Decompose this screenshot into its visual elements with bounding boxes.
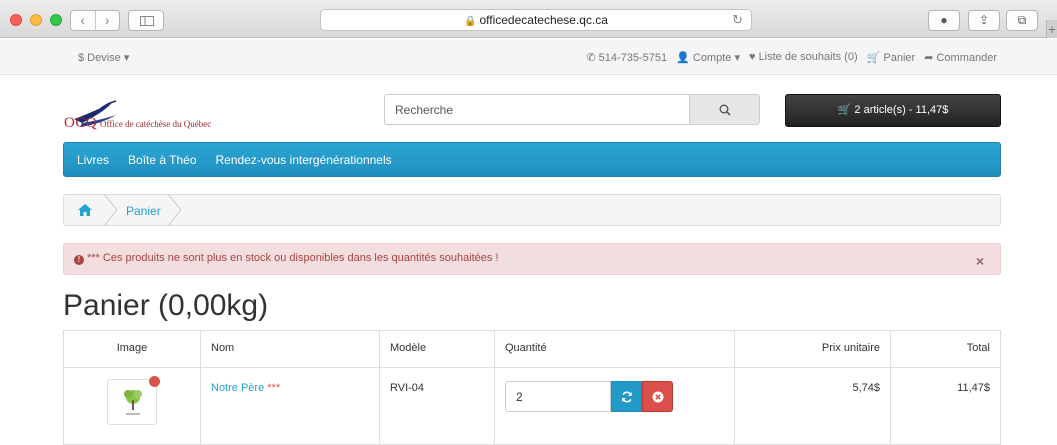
- account-dropdown[interactable]: 👤 Compte ▾: [676, 51, 740, 64]
- window-zoom-button[interactable]: [50, 14, 62, 26]
- cart-table: Image Nom Modèle Quantité Prix unitaire …: [63, 330, 1001, 445]
- cart-link[interactable]: 🛒 Panier: [867, 51, 916, 64]
- update-quantity-button[interactable]: [611, 381, 642, 412]
- menu-item-rendez-vous[interactable]: Rendez-vous intergénérationnels: [216, 153, 392, 167]
- stock-flag: ***: [267, 382, 281, 394]
- row-total: 11,47$: [890, 367, 1001, 445]
- breadcrumb: Panier: [63, 194, 1001, 226]
- stock-alert: ! *** Ces produits ne sont plus en stock …: [63, 243, 1001, 275]
- unit-price: 5,74$: [734, 367, 891, 445]
- menu-item-boite-a-theo[interactable]: Boîte à Théo: [128, 153, 197, 167]
- table-header-row: Image Nom Modèle Quantité Prix unitaire …: [63, 330, 1001, 368]
- main-menu: Livres Boîte à Théo Rendez-vous intergén…: [63, 142, 1001, 177]
- refresh-icon: [622, 391, 632, 403]
- wishlist-link[interactable]: ♥ Liste de souhaits (0): [749, 51, 858, 64]
- product-name-link[interactable]: Notre Père: [211, 382, 264, 394]
- extension-icon: ●: [940, 13, 948, 27]
- times-circle-icon: [652, 391, 664, 403]
- exclamation-circle-icon: !: [74, 255, 84, 265]
- phone-link[interactable]: ✆ 514-735-5751: [586, 51, 667, 64]
- address-bar[interactable]: 🔒 officedecatechese.qc.ca ↻: [320, 9, 752, 31]
- header-image: Image: [63, 330, 201, 368]
- search-icon: [719, 104, 731, 116]
- quantity-input[interactable]: [505, 381, 611, 412]
- breadcrumb-separator-icon: [168, 195, 182, 225]
- tabs-icon: ⧉: [1017, 13, 1027, 27]
- breadcrumb-separator-icon: [104, 195, 118, 225]
- tree-image-icon: [124, 390, 142, 415]
- top-bar: $ Devise ▾ ✆ 514-735-5751 👤 Compte ▾ ♥ L…: [0, 39, 1057, 75]
- forward-icon[interactable]: ›: [96, 11, 120, 30]
- header-name: Nom: [200, 330, 380, 368]
- lock-icon: 🔒: [464, 16, 477, 27]
- checkout-link[interactable]: ➦ Commander: [924, 51, 997, 64]
- sidebar-icon: [140, 16, 154, 26]
- sidebar-toggle-button[interactable]: [128, 10, 164, 31]
- extension-button[interactable]: ●: [928, 10, 960, 31]
- product-thumbnail[interactable]: [107, 376, 160, 425]
- header-total: Total: [890, 330, 1001, 368]
- product-model: RVI-04: [379, 367, 495, 445]
- alert-text: *** Ces produits ne sont plus en stock o…: [87, 252, 499, 264]
- cart-icon: 🛒: [866, 52, 881, 64]
- new-tab-button[interactable]: +: [1046, 20, 1057, 38]
- window-minimize-button[interactable]: [30, 14, 42, 26]
- header-quantity: Quantité: [494, 330, 735, 368]
- window-close-button[interactable]: [10, 14, 22, 26]
- share-arrow-icon: ➦: [924, 52, 934, 64]
- table-row: Notre Père *** RVI-04 5,74$ 11,47$: [63, 367, 1001, 445]
- header-cart-button[interactable]: 🛒 2 article(s) - 11,47$: [785, 94, 1001, 127]
- tabs-button[interactable]: ⧉: [1006, 10, 1038, 31]
- search-button[interactable]: [689, 94, 760, 125]
- history-nav: ‹ ›: [70, 10, 120, 31]
- cart-icon: 🛒: [837, 104, 852, 116]
- logo-subtitle: Office de catéchèse du Québec: [100, 119, 212, 129]
- url-text: officedecatechese.qc.ca: [479, 13, 608, 27]
- reload-icon[interactable]: ↻: [732, 10, 743, 30]
- header-model: Modèle: [379, 330, 495, 368]
- logo-text[interactable]: OCQ: [64, 115, 97, 132]
- home-icon[interactable]: [78, 204, 92, 216]
- currency-dropdown[interactable]: $ Devise ▾: [78, 51, 129, 64]
- menu-item-livres[interactable]: Livres: [77, 153, 109, 167]
- alert-close-button[interactable]: ×: [976, 253, 984, 269]
- phone-icon: ✆: [586, 52, 596, 64]
- breadcrumb-cart[interactable]: Panier: [126, 204, 161, 218]
- search-input[interactable]: [384, 94, 689, 125]
- user-icon: 👤: [676, 52, 690, 64]
- back-icon[interactable]: ‹: [71, 11, 96, 30]
- quantity-group: [505, 381, 724, 414]
- share-icon: ⇪: [978, 13, 990, 27]
- header-unit-price: Prix unitaire: [734, 330, 891, 368]
- top-links: ✆ 514-735-5751 👤 Compte ▾ ♥ Liste de sou…: [586, 51, 997, 64]
- plus-icon: +: [1047, 21, 1057, 37]
- heart-icon: ♥: [748, 51, 756, 63]
- out-of-stock-badge-icon: [149, 376, 160, 387]
- remove-item-button[interactable]: [642, 381, 673, 412]
- share-button[interactable]: ⇪: [968, 10, 1000, 31]
- browser-toolbar: ‹ › 🔒 officedecatechese.qc.ca ↻ ● ⇪ ⧉ +: [0, 0, 1057, 38]
- page-title: Panier (0,00kg): [63, 289, 269, 322]
